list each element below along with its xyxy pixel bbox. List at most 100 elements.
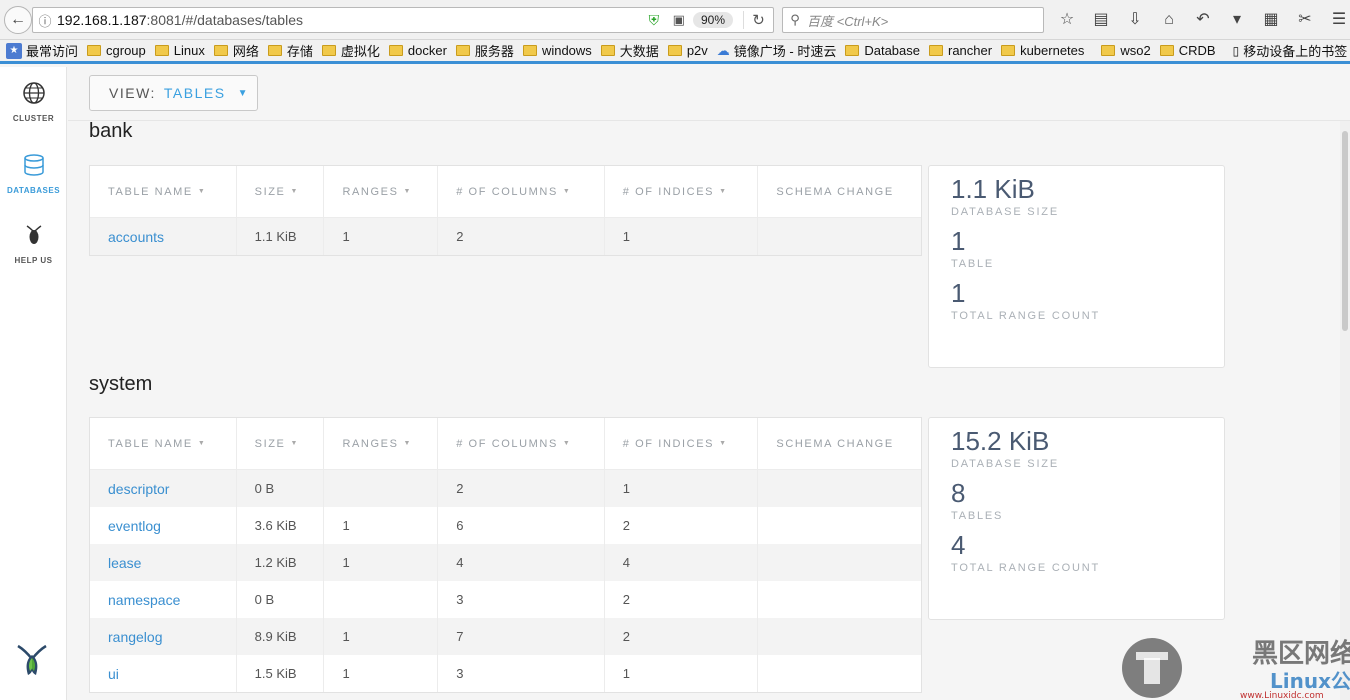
column-header[interactable]: # OF INDICES ▼ (605, 165, 759, 218)
table-name-link[interactable]: lease (90, 544, 237, 581)
column-header[interactable]: SIZE ▼ (237, 417, 325, 470)
bookmark-item[interactable]: windows (522, 43, 592, 58)
column-header-label: SIZE (254, 437, 286, 450)
stat-label: TABLES (951, 510, 1004, 522)
qr-code-icon[interactable]: ▣ (673, 12, 685, 28)
shield-icon[interactable]: ⛨ (649, 12, 665, 28)
scrollbar[interactable] (1340, 121, 1350, 700)
screenshot-icon[interactable]: ✂ (1288, 8, 1322, 32)
table-name-link[interactable]: namespace (90, 581, 237, 618)
address-bar[interactable]: ⓘ 192.168.1.187:8081/#/databases/tables … (32, 7, 774, 33)
table-cell: 6 (438, 507, 605, 544)
undo-icon[interactable]: ↶ (1186, 8, 1220, 32)
bookmark-item[interactable]: rancher (929, 43, 992, 58)
table-cell: 1.2 KiB (237, 544, 325, 581)
column-header[interactable]: SIZE ▼ (237, 165, 325, 218)
table-row: rangelog 8.9 KiB 1 7 2 (90, 618, 921, 655)
app-sidebar: CLUSTER DATABASES HELP US (0, 67, 67, 700)
database-icon (23, 154, 44, 176)
table-cell (324, 470, 439, 507)
back-button[interactable]: ← (4, 5, 32, 34)
search-bar[interactable]: ⚲ 百度 <Ctrl+K> (782, 7, 1044, 33)
table-name-link[interactable]: ui (90, 655, 237, 692)
table-row: ui 1.5 KiB 1 3 1 (90, 655, 921, 692)
folder-icon (522, 45, 537, 56)
table-cell: 1 (324, 544, 439, 581)
summary-stat: 1 TABLE (951, 226, 1224, 270)
bookmark-item[interactable]: ▯ 移动设备上的书签 (1233, 41, 1348, 60)
download-icon[interactable]: ⇩ (1118, 8, 1152, 32)
bookmark-item[interactable]: Linux (154, 43, 205, 58)
column-header-label: TABLE NAME (108, 437, 193, 450)
stat-value: 8 (951, 478, 966, 508)
table-name-link[interactable]: rangelog (90, 618, 237, 655)
sidebar-item-label: HELP US (14, 256, 53, 265)
table-cell (758, 581, 921, 618)
search-input[interactable]: 百度 <Ctrl+K> (807, 11, 888, 30)
bookmark-item[interactable]: cgroup (87, 43, 146, 58)
column-header[interactable]: TABLE NAME ▼ (90, 165, 237, 218)
folder-icon (154, 45, 169, 56)
table-name-link[interactable]: accounts (90, 218, 237, 255)
bookmark-item[interactable]: 存储 (267, 41, 313, 60)
column-header[interactable]: # OF INDICES ▼ (605, 417, 759, 470)
url-text[interactable]: 192.168.1.187:8081/#/databases/tables (57, 12, 649, 28)
cockroachdb-logo[interactable] (14, 643, 50, 679)
sidebar-item-help-us[interactable]: HELP US (0, 223, 67, 265)
bookmark-label: 镜像广场 - 时速云 (733, 44, 837, 59)
column-header[interactable]: # OF COLUMNS ▼ (438, 165, 605, 218)
bookmark-item[interactable]: CRDB (1159, 43, 1216, 58)
column-header-label: SCHEMA CHANGE (776, 185, 894, 198)
bookmark-label: 最常访问 (26, 44, 79, 59)
table-cell: 1 (605, 218, 759, 255)
table-cell: 4 (605, 544, 759, 581)
reading-list-icon[interactable]: ▤ (1084, 8, 1118, 32)
bookmark-item[interactable]: 虚拟化 (321, 41, 380, 60)
bookmark-star-icon[interactable]: ☆ (1050, 8, 1084, 32)
bookmark-item[interactable]: wso2 (1101, 43, 1151, 58)
folder-icon (213, 45, 228, 56)
scrollbar-thumb[interactable] (1342, 131, 1348, 331)
bookmark-item[interactable]: ☁ 镜像广场 - 时速云 (717, 41, 837, 60)
column-header[interactable]: RANGES ▼ (324, 165, 439, 218)
bookmark-item[interactable]: 大数据 (600, 41, 659, 60)
bookmark-item[interactable]: 服务器 (455, 41, 514, 60)
table-name-link[interactable]: eventlog (90, 507, 237, 544)
zoom-level[interactable]: 90% (692, 12, 733, 28)
column-header[interactable]: TABLE NAME ▼ (90, 417, 237, 470)
view-dropdown[interactable]: VIEW: TABLES ▼ (89, 75, 258, 111)
bookmark-item[interactable]: ★ 最常访问 (6, 41, 78, 60)
stat-value: 15.2 KiB (951, 426, 1050, 456)
sidebar-item-cluster[interactable]: CLUSTER (0, 81, 67, 123)
bookmark-item[interactable]: Database (845, 43, 920, 58)
stat-label: TOTAL RANGE COUNT (951, 310, 1100, 322)
table-cell: 0 B (237, 470, 325, 507)
sort-icon: ▼ (197, 188, 207, 195)
info-icon[interactable]: ⓘ (33, 11, 57, 30)
bookmark-label: docker (407, 43, 447, 58)
column-header[interactable]: # OF COLUMNS ▼ (438, 417, 605, 470)
bookmark-item[interactable]: kubernetes (1001, 43, 1084, 58)
sort-icon: ▼ (562, 188, 572, 195)
bookmarks-bar: ★ 最常访问 cgroup Linux 网络 存储 虚拟化 docker 服务器 windows 大… (0, 40, 1350, 64)
reload-icon[interactable]: ↻ (743, 11, 773, 29)
home-icon[interactable]: ⌂ (1152, 8, 1186, 32)
stat-label: DATABASE SIZE (951, 206, 1059, 218)
bookmark-item[interactable]: 网络 (213, 41, 259, 60)
chevron-down-icon[interactable]: ▾ (1220, 8, 1254, 32)
column-header[interactable]: RANGES ▼ (324, 417, 439, 470)
bookmark-item[interactable]: docker (388, 43, 447, 58)
bookmark-item[interactable]: p2v (667, 43, 708, 58)
table-cell: 2 (605, 618, 759, 655)
toolbar-icons: ☆ ▤ ⇩ ⌂ ↶ ▾ ▦ ✂ ☰ (1050, 8, 1350, 32)
phone-icon: ▯ (1232, 43, 1240, 58)
bookmark-label: kubernetes (1020, 43, 1085, 58)
table-cell: 1.1 KiB (237, 218, 325, 255)
stat-label: TABLE (951, 258, 995, 270)
search-icon: ⚲ (790, 12, 800, 27)
table-name-link[interactable]: descriptor (90, 470, 237, 507)
reader-view-icon[interactable]: ▦ (1254, 8, 1288, 32)
cloud-icon: ☁ (716, 42, 730, 58)
menu-icon[interactable]: ☰ (1322, 8, 1350, 32)
sidebar-item-databases[interactable]: DATABASES (0, 153, 67, 195)
